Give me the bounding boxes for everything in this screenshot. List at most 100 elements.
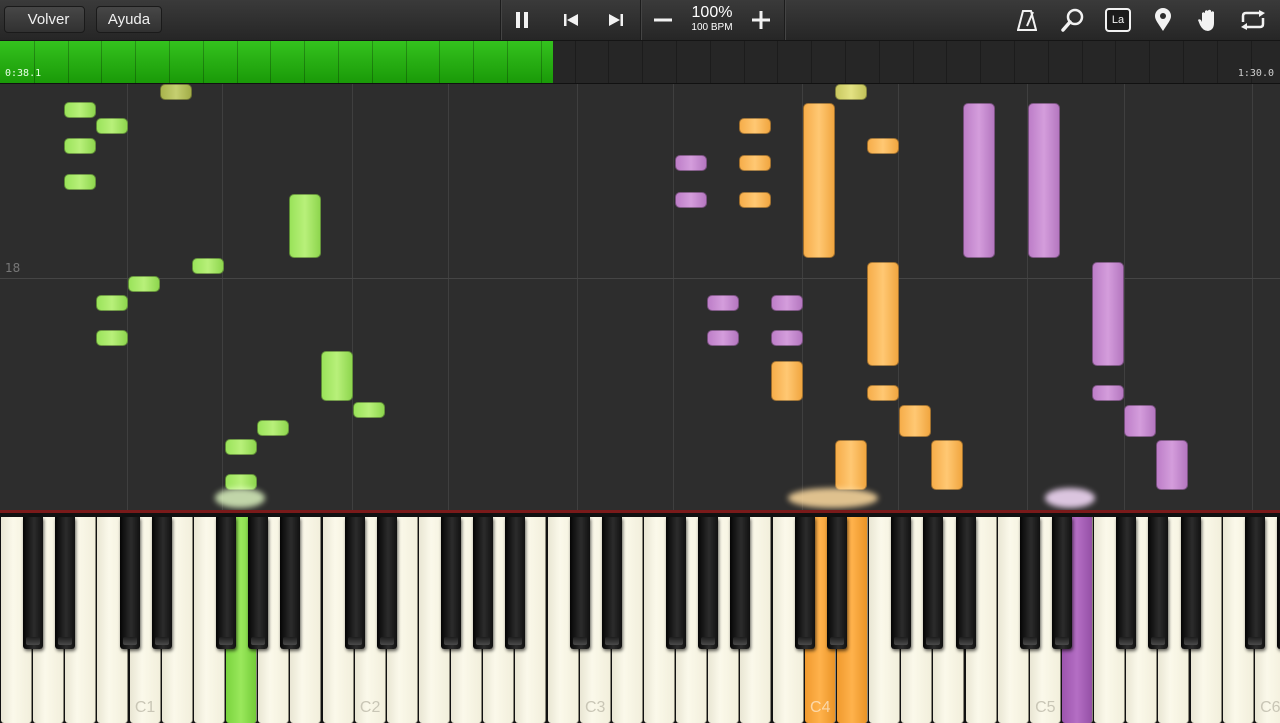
hit-sparkle — [1045, 488, 1095, 508]
black-key[interactable] — [119, 517, 140, 649]
skip-forward-icon[interactable] — [594, 0, 638, 40]
progress-tick — [980, 41, 982, 83]
note — [128, 276, 160, 292]
note — [835, 84, 867, 100]
progress-tick — [845, 41, 846, 83]
black-key[interactable] — [1116, 517, 1137, 649]
progress-tick — [540, 41, 542, 83]
black-key[interactable] — [826, 517, 847, 649]
progress-tick — [642, 41, 644, 83]
location-pin-icon[interactable] — [1141, 0, 1185, 40]
progress-tick — [777, 41, 779, 83]
back-button[interactable]: Volver — [4, 6, 85, 33]
octave-gridline — [1252, 84, 1253, 510]
key-label-icon[interactable]: La — [1096, 0, 1140, 40]
black-key[interactable] — [505, 517, 526, 649]
black-key[interactable] — [1019, 517, 1040, 649]
black-key[interactable] — [344, 517, 365, 649]
black-key[interactable] — [923, 517, 944, 649]
skip-back-icon[interactable] — [549, 0, 593, 40]
black-key[interactable] — [441, 517, 462, 649]
current-time: 0:38.1 — [5, 68, 42, 79]
note — [707, 330, 739, 346]
note — [257, 420, 289, 436]
note — [1092, 262, 1124, 366]
note — [899, 405, 931, 437]
black-key[interactable] — [730, 517, 751, 649]
black-key[interactable] — [216, 517, 237, 649]
note — [64, 174, 96, 190]
note — [931, 440, 963, 490]
octave-gridline — [1124, 84, 1125, 510]
note — [771, 361, 803, 401]
black-key[interactable] — [1051, 517, 1072, 649]
hand-icon[interactable] — [1186, 0, 1230, 40]
song-progress-bar[interactable]: 0:38.1 1:30.0 — [0, 41, 1280, 84]
black-key[interactable] — [666, 517, 687, 649]
progress-tick — [1216, 41, 1218, 83]
note — [707, 295, 739, 311]
pause-icon[interactable] — [500, 0, 544, 40]
note — [321, 351, 353, 401]
progress-tick — [743, 41, 745, 83]
plus-icon[interactable] — [739, 0, 783, 40]
progress-tick — [878, 41, 880, 83]
octave-gridline — [448, 84, 449, 510]
minus-icon[interactable] — [641, 0, 685, 40]
octave-gridline — [222, 84, 223, 510]
magnifier-icon[interactable] — [1051, 0, 1095, 40]
black-key[interactable] — [1180, 517, 1201, 649]
progress-tick — [1014, 41, 1015, 83]
black-key[interactable] — [376, 517, 397, 649]
black-key[interactable] — [1148, 517, 1169, 649]
progress-tick — [405, 41, 407, 83]
progress-tick — [574, 41, 576, 83]
octave-label: C6 — [1260, 699, 1280, 716]
octave-gridline — [577, 84, 578, 510]
note — [963, 103, 995, 258]
black-key[interactable] — [794, 517, 815, 649]
black-key[interactable] — [23, 517, 44, 649]
progress-tick — [1115, 41, 1117, 83]
progress-fill — [0, 41, 553, 83]
loop-icon[interactable] — [1231, 0, 1275, 40]
progress-tick — [676, 41, 677, 83]
octave-gridline — [673, 84, 674, 510]
note — [739, 155, 771, 171]
note — [771, 330, 803, 346]
note — [1156, 440, 1188, 490]
total-time: 1:30.0 — [1237, 68, 1274, 79]
black-key[interactable] — [1244, 517, 1265, 649]
note — [867, 138, 899, 154]
black-key[interactable] — [601, 517, 622, 649]
note — [160, 84, 192, 100]
progress-tick — [912, 41, 914, 83]
black-key[interactable] — [473, 517, 494, 649]
measure-number: 18 — [5, 261, 21, 275]
note — [353, 402, 385, 418]
octave-label: C1 — [134, 699, 156, 716]
progress-tick — [135, 41, 137, 83]
note — [867, 262, 899, 366]
key-label-icon-text: La — [1105, 8, 1131, 32]
black-key[interactable] — [955, 517, 976, 649]
octave-label: C4 — [810, 699, 831, 716]
octave-label: C3 — [584, 699, 606, 716]
black-key[interactable] — [569, 517, 590, 649]
black-key[interactable] — [698, 517, 719, 649]
metronome-icon[interactable] — [1005, 0, 1049, 40]
help-button[interactable]: Ayuda — [96, 6, 162, 33]
black-key[interactable] — [151, 517, 172, 649]
octave-label: C5 — [1035, 699, 1056, 716]
piano-keyboard: C1 C2 C3 C4 C5 C6 — [0, 510, 1280, 723]
progress-tick — [608, 41, 610, 83]
note — [192, 258, 224, 274]
progress-tick — [811, 41, 813, 83]
help-button-label: Ayuda — [107, 11, 151, 28]
black-key[interactable] — [248, 517, 269, 649]
black-key[interactable] — [891, 517, 912, 649]
progress-tick — [101, 41, 103, 83]
black-key[interactable] — [280, 517, 301, 649]
black-key[interactable] — [55, 517, 76, 649]
note — [771, 295, 803, 311]
